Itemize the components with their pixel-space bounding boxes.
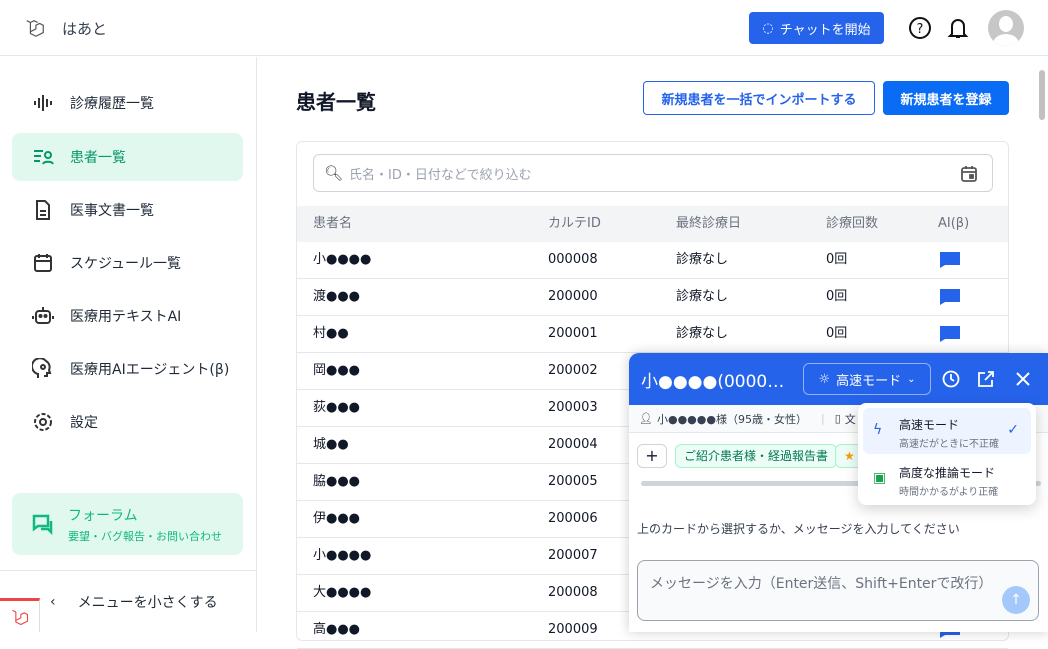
search-input[interactable]: 🔍︎ 氏名・ID・日付などで絞り込む: [313, 154, 993, 192]
cell: 200003: [548, 400, 598, 415]
user-icon: 👤︎: [639, 412, 653, 425]
cell: 診療なし: [676, 326, 729, 341]
close-icon[interactable]: [1015, 371, 1031, 387]
waveform-icon: [34, 95, 52, 111]
sidebar-item-settings[interactable]: 設定: [12, 398, 243, 446]
cell: 000008: [548, 252, 598, 267]
cell: 診療なし: [676, 252, 729, 267]
cell: 城●●: [313, 437, 349, 452]
file-icon: ▯: [834, 412, 841, 425]
lightbulb-icon: ☼: [818, 371, 831, 387]
sidebar-item-schedule[interactable]: スケジュール一覧: [12, 239, 243, 287]
bell-icon[interactable]: [947, 16, 969, 40]
robot-icon: [32, 307, 54, 324]
cell: 200005: [548, 474, 598, 489]
search-icon: 🔍︎: [324, 164, 344, 182]
history-icon[interactable]: [942, 370, 960, 388]
cell: 診療なし: [676, 289, 729, 304]
sidebar-item-history[interactable]: 診療履歴一覧: [12, 79, 243, 127]
lightning-icon: ϟ: [873, 422, 883, 438]
page-scrollbar[interactable]: [1039, 70, 1045, 120]
page-title: 患者一覧: [296, 90, 376, 114]
chat-bubbles-icon: [32, 514, 53, 535]
cell: 200009: [548, 622, 598, 637]
ai-chat-icon[interactable]: [940, 326, 960, 342]
laravel-debug-icon[interactable]: [0, 598, 40, 632]
cell: 大●●●●: [313, 585, 372, 600]
cell: 200001: [548, 326, 598, 341]
table-header: 患者名 カルテID 最終診療日 診療回数 AI(β): [297, 206, 1008, 242]
chip-icon: ▣: [873, 470, 887, 486]
svg-text:?: ?: [917, 22, 924, 37]
gear-icon: [34, 413, 52, 431]
cell: 小●●●●: [313, 252, 372, 267]
divider: [0, 570, 256, 571]
top-header: はあと ◌ チャットを開始 ?: [0, 0, 1048, 56]
user-avatar[interactable]: [988, 10, 1024, 46]
add-button[interactable]: +: [637, 444, 667, 468]
cell: 伊●●●: [313, 511, 361, 526]
cell: 200006: [548, 511, 598, 526]
send-button[interactable]: ↑: [1002, 586, 1030, 614]
sidebar-item-ai-agent[interactable]: 医療用AIエージェント(β): [12, 345, 243, 393]
mode-option-reasoning[interactable]: ▣ 高度な推論モード 時間かかるがより正確: [863, 456, 1031, 502]
cell: 高●●●: [313, 622, 361, 637]
document-icon: [36, 200, 50, 220]
help-icon[interactable]: ?: [908, 16, 932, 40]
cell: 200002: [548, 363, 598, 378]
chat-bubble-icon: ◌: [762, 20, 774, 36]
calendar-icon: [34, 254, 52, 272]
start-chat-button[interactable]: ◌ チャットを開始: [749, 12, 884, 44]
table-row[interactable]: 渡●●● 200000 診療なし 0回: [297, 279, 1008, 316]
sidebar-item-text-ai[interactable]: 医療用テキストAI: [12, 292, 243, 340]
cell: 200000: [548, 289, 598, 304]
message-input[interactable]: メッセージを入力（Enter送信、Shift+Enterで改行） ↑: [637, 560, 1039, 621]
sidebar-item-documents[interactable]: 医事文書一覧: [12, 186, 243, 234]
calendar-icon[interactable]: [960, 165, 978, 183]
forum-link[interactable]: フォーラム 要望・バグ報告・お問い合わせ: [12, 493, 243, 555]
ai-chat-icon[interactable]: [940, 252, 960, 268]
chevron-left-icon: ‹: [50, 594, 56, 610]
table-row[interactable]: 小●●●● 000008 診療なし 0回: [297, 242, 1008, 279]
mode-select[interactable]: ☼ 高速モード ⌄: [803, 363, 931, 395]
cell: 0回: [826, 289, 848, 304]
sidebar: 診療履歴一覧 患者一覧 医事文書一覧 スケジュール一覧 医療用テキストAI 医療…: [0, 57, 257, 632]
head-gear-icon: [32, 358, 52, 378]
chat-hint: 上のカードから選択するか、メッセージを入力してください: [637, 522, 960, 536]
cell: 脇●●●: [313, 474, 361, 489]
bulk-import-button[interactable]: 新規患者を一括でインポートする: [643, 81, 875, 115]
external-link-icon[interactable]: [977, 370, 995, 388]
chevron-down-icon: ⌄: [907, 373, 916, 385]
chat-header: 小●●●●(0000… ☼ 高速モード ⌄: [629, 353, 1048, 405]
logo-icon: [26, 20, 44, 37]
mode-option-fast[interactable]: ϟ 高速モード 高速だがときに不正確 ✓: [863, 408, 1031, 454]
collapse-menu-button[interactable]: ‹ メニューを小さくする: [50, 592, 218, 612]
cell: 渡●●●: [313, 289, 361, 304]
sidebar-item-patients[interactable]: 患者一覧: [12, 133, 243, 181]
cell: 200007: [548, 548, 598, 563]
patients-icon: [34, 150, 54, 165]
cell: 荻●●●: [313, 400, 361, 415]
mode-dropdown: ϟ 高速モード 高速だがときに不正確 ✓ ▣ 高度な推論モード 時間かかるがより…: [858, 403, 1036, 505]
cell: 岡●●●: [313, 363, 361, 378]
cell: 0回: [826, 252, 848, 267]
table-row[interactable]: 村●● 200001 診療なし 0回: [297, 316, 1008, 353]
cell: 200004: [548, 437, 598, 452]
brand-name: はあと: [62, 20, 108, 38]
check-icon: ✓: [1007, 422, 1019, 438]
template-chip[interactable]: ご紹介患者様・経過報告書: [675, 444, 838, 468]
register-patient-button[interactable]: 新規患者を登録: [883, 81, 1009, 115]
cell: 村●●: [313, 326, 349, 341]
cell: 0回: [826, 326, 848, 341]
cell: 小●●●●: [313, 548, 372, 563]
ai-chat-icon[interactable]: [940, 289, 960, 305]
cell: 200008: [548, 585, 598, 600]
